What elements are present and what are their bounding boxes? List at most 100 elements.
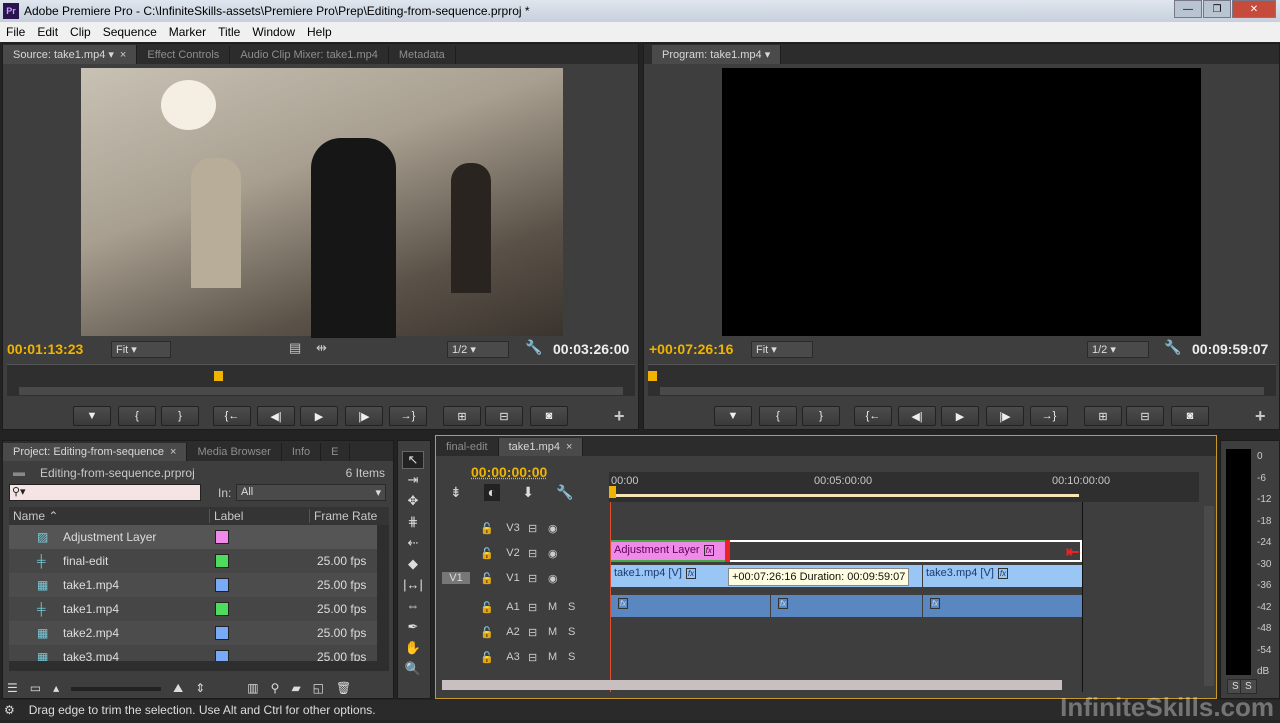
linked-selection-icon[interactable]: ◐ bbox=[483, 484, 501, 501]
menu-edit[interactable]: Edit bbox=[31, 25, 64, 39]
new-bin-icon[interactable]: ▰ bbox=[291, 681, 300, 696]
project-search-input[interactable] bbox=[9, 484, 201, 501]
tab-take1[interactable]: take1.mp4 × bbox=[498, 438, 584, 456]
selection-tool-icon[interactable]: ↖ bbox=[402, 451, 424, 469]
transport-button[interactable]: { bbox=[118, 406, 156, 426]
tab-media-browser[interactable]: Media Browser bbox=[187, 443, 282, 461]
menu-sequence[interactable]: Sequence bbox=[97, 25, 163, 39]
transport-button[interactable]: |▶ bbox=[345, 406, 383, 426]
menu-clip[interactable]: Clip bbox=[64, 25, 97, 39]
timeline-timecode[interactable]: 00:00:00:00 bbox=[471, 464, 547, 480]
settings-icon[interactable]: ⇹ bbox=[316, 340, 327, 356]
program-time-ruler[interactable] bbox=[648, 364, 1276, 396]
playhead[interactable] bbox=[609, 486, 616, 498]
transport-button[interactable]: ⊞ bbox=[443, 406, 481, 426]
program-zoom-select[interactable]: Fit ▾ bbox=[751, 341, 813, 358]
rate-stretch-tool-icon[interactable]: ⇠ bbox=[402, 535, 424, 553]
sync-lock-icon[interactable]: ⊟ bbox=[528, 522, 548, 535]
video-clip[interactable]: take3.mp4 [V] fx bbox=[923, 565, 1082, 587]
list-item[interactable]: ▦ take2.mp4 25.00 fps bbox=[9, 621, 377, 645]
lock-icon[interactable]: 🔓 bbox=[480, 522, 498, 535]
maximize-button[interactable]: ❐ bbox=[1203, 0, 1231, 18]
tab-project[interactable]: Project: Editing-from-sequence × bbox=[3, 443, 188, 461]
list-item[interactable]: ╪ take1.mp4 25.00 fps bbox=[9, 597, 377, 621]
transport-button[interactable]: ▶ bbox=[941, 406, 979, 426]
list-view-icon[interactable]: ☰ bbox=[7, 681, 18, 696]
tab-final-edit[interactable]: final-edit bbox=[436, 438, 499, 456]
icon-view-icon[interactable]: ▭ bbox=[30, 681, 41, 696]
transport-button[interactable]: ⊞ bbox=[1084, 406, 1122, 426]
automate-to-sequence-icon[interactable]: ▥ bbox=[247, 681, 258, 696]
program-timecode[interactable]: +00:07:26:16 bbox=[649, 341, 733, 357]
ripple-edit-tool-icon[interactable]: ✥ bbox=[402, 493, 424, 511]
minimize-button[interactable]: — bbox=[1174, 0, 1202, 18]
sort-icon[interactable]: ⇕ bbox=[195, 681, 205, 696]
solo-button[interactable]: S bbox=[568, 651, 588, 663]
transport-button[interactable]: ▶ bbox=[300, 406, 338, 426]
menu-window[interactable]: Window bbox=[246, 25, 301, 39]
export-frame-icon[interactable]: ▤ bbox=[289, 340, 301, 356]
transport-button[interactable]: →} bbox=[389, 406, 427, 426]
add-button[interactable]: + bbox=[1255, 406, 1266, 427]
track-name[interactable]: A1 bbox=[498, 601, 528, 613]
work-area-bar[interactable] bbox=[609, 494, 1079, 497]
hand-tool-icon[interactable]: ✋ bbox=[402, 640, 424, 658]
tab-effect-controls[interactable]: Effect Controls bbox=[137, 46, 231, 64]
transport-button[interactable]: { bbox=[759, 406, 797, 426]
transport-button[interactable]: {← bbox=[213, 406, 251, 426]
close-button[interactable]: ✕ bbox=[1232, 0, 1276, 18]
zoom-slider[interactable] bbox=[71, 687, 162, 691]
tab-source[interactable]: Source: take1.mp4 ▾ × bbox=[3, 45, 138, 64]
list-item[interactable]: ▨ Adjustment Layer bbox=[9, 525, 377, 549]
horizontal-scrollbar[interactable] bbox=[9, 661, 389, 671]
menu-marker[interactable]: Marker bbox=[163, 25, 212, 39]
menu-help[interactable]: Help bbox=[301, 25, 338, 39]
wrench-icon[interactable]: 🔧 bbox=[1164, 339, 1181, 356]
track-name[interactable]: V2 bbox=[498, 547, 528, 559]
snap-icon[interactable]: ⇟ bbox=[450, 484, 462, 501]
mute-button[interactable]: M bbox=[548, 601, 568, 613]
zoom-out-icon[interactable]: ▴ bbox=[53, 681, 59, 696]
transport-button[interactable]: →} bbox=[1030, 406, 1068, 426]
slide-tool-icon[interactable]: ⇔ bbox=[402, 598, 424, 616]
playhead[interactable] bbox=[214, 371, 224, 381]
column-frame-rate[interactable]: Frame Rate bbox=[309, 509, 377, 523]
transport-button[interactable]: {← bbox=[854, 406, 892, 426]
menu-file[interactable]: File bbox=[0, 25, 31, 39]
source-time-ruler[interactable] bbox=[7, 364, 635, 396]
source-resolution-select[interactable]: 1/2 ▾ bbox=[447, 341, 509, 358]
playhead[interactable] bbox=[648, 371, 657, 381]
slip-tool-icon[interactable]: |↔| bbox=[402, 577, 424, 595]
trash-icon[interactable]: 🗑 bbox=[336, 681, 351, 696]
sync-lock-icon[interactable]: ⊟ bbox=[528, 601, 548, 614]
lock-icon[interactable]: 🔓 bbox=[480, 547, 498, 560]
lock-icon[interactable]: 🔓 bbox=[480, 572, 498, 585]
solo-button[interactable]: S bbox=[568, 626, 588, 638]
program-resolution-select[interactable]: 1/2 ▾ bbox=[1087, 341, 1149, 358]
source-timecode[interactable]: 00:01:13:23 bbox=[7, 341, 83, 357]
audio-clip[interactable]: fx bbox=[771, 595, 922, 617]
in-select[interactable]: All ▾ bbox=[236, 484, 386, 501]
horizontal-scrollbar[interactable] bbox=[442, 680, 1062, 690]
source-zoom-select[interactable]: Fit ▾ bbox=[111, 341, 171, 358]
source-patch[interactable]: V1 bbox=[442, 572, 470, 584]
track-select-tool-icon[interactable]: ⇥ bbox=[402, 472, 424, 490]
add-marker-icon[interactable]: ⬇ bbox=[522, 484, 534, 501]
tab-audio-clip-mixer[interactable]: Audio Clip Mixer: take1.mp4 bbox=[230, 46, 389, 64]
sync-lock-icon[interactable]: ⊟ bbox=[528, 572, 548, 585]
transport-button[interactable]: ◀| bbox=[257, 406, 295, 426]
close-icon[interactable]: × bbox=[170, 446, 176, 458]
tab-metadata[interactable]: Metadata bbox=[389, 46, 456, 64]
transport-button[interactable]: } bbox=[802, 406, 840, 426]
lock-icon[interactable]: 🔓 bbox=[480, 626, 498, 639]
transport-button[interactable]: } bbox=[161, 406, 199, 426]
sync-lock-icon[interactable]: ⊟ bbox=[528, 626, 548, 639]
lock-icon[interactable]: 🔓 bbox=[480, 601, 498, 614]
adjustment-layer-clip[interactable]: Adjustment Layer fx bbox=[611, 540, 725, 562]
mute-button[interactable]: M bbox=[548, 626, 568, 638]
transport-button[interactable]: ⊟ bbox=[485, 406, 523, 426]
transport-button[interactable]: ◙ bbox=[530, 406, 568, 426]
vertical-scrollbar[interactable] bbox=[377, 525, 389, 661]
zoom-scrollbar[interactable] bbox=[19, 387, 623, 395]
transport-button[interactable]: |▶ bbox=[986, 406, 1024, 426]
